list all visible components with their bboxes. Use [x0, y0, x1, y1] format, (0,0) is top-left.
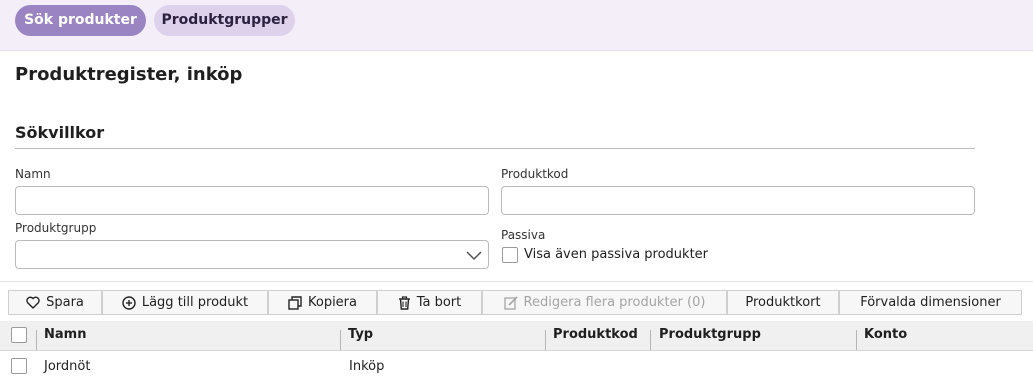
top-nav-bar: Sök produkter Produktgrupper [0, 0, 1033, 51]
cell-name: Jordnöt [44, 359, 91, 374]
show-passive-label: Visa även passiva produkter [524, 247, 709, 262]
section-divider [15, 148, 975, 149]
default-dimensions-button[interactable]: Förvalda dimensioner [839, 290, 1022, 315]
delete-button[interactable]: Ta bort [377, 290, 482, 315]
product-group-select[interactable] [15, 240, 489, 269]
column-header-product-code[interactable]: Produktkod [553, 327, 638, 342]
column-header-account[interactable]: Konto [864, 327, 907, 342]
column-separator [650, 330, 651, 350]
edit-many-products-button[interactable]: Redigera flera produkter (0) [482, 290, 727, 315]
row-checkbox[interactable] [11, 358, 27, 374]
table-row[interactable]: Jordnöt Inköp [0, 352, 1033, 380]
column-separator [856, 330, 857, 350]
cell-type: Inköp [349, 359, 385, 374]
product-code-input[interactable] [501, 186, 975, 215]
name-input[interactable] [15, 186, 489, 215]
edit-many-label: Redigera flera produkter (0) [523, 295, 706, 310]
column-separator [545, 330, 546, 350]
add-product-button[interactable]: Lägg till produkt [102, 290, 268, 315]
heart-icon [26, 296, 40, 309]
column-header-name[interactable]: Namn [44, 327, 86, 342]
plus-circle-icon [122, 295, 136, 310]
column-header-type[interactable]: Typ [348, 327, 373, 342]
name-label: Namn [15, 167, 51, 181]
edit-icon [503, 295, 518, 310]
chevron-down-icon [466, 251, 482, 261]
default-dimensions-label: Förvalda dimensioner [860, 295, 1001, 310]
save-button-label: Spara [46, 295, 84, 310]
product-group-label: Produktgrupp [15, 221, 97, 235]
select-all-checkbox[interactable] [11, 327, 27, 343]
copy-icon [288, 295, 302, 310]
column-header-product-group[interactable]: Produktgrupp [659, 327, 761, 342]
product-card-label: Produktkort [745, 295, 821, 310]
passive-label: Passiva [501, 228, 546, 242]
copy-button[interactable]: Kopiera [268, 290, 377, 315]
trash-icon [398, 295, 410, 310]
delete-label: Ta bort [416, 295, 462, 310]
tab-search-products[interactable]: Sök produkter [15, 5, 146, 36]
copy-label: Kopiera [307, 295, 357, 310]
tab-product-groups[interactable]: Produktgrupper [154, 5, 295, 36]
table-header: Namn Typ Produktkod Produktgrupp Konto [0, 321, 1033, 351]
product-card-button[interactable]: Produktkort [727, 290, 839, 315]
show-passive-checkbox[interactable] [502, 247, 518, 263]
save-button[interactable]: Spara [8, 290, 102, 315]
page-title: Produktregister, inköp [15, 64, 243, 85]
column-separator [36, 330, 37, 350]
action-toolbar: Spara Lägg till produkt Kopiera Ta bort [0, 281, 1033, 321]
search-criteria-title: Sökvillkor [15, 123, 105, 142]
column-separator [340, 330, 341, 350]
add-product-label: Lägg till produkt [141, 295, 249, 310]
product-code-label: Produktkod [501, 167, 569, 181]
